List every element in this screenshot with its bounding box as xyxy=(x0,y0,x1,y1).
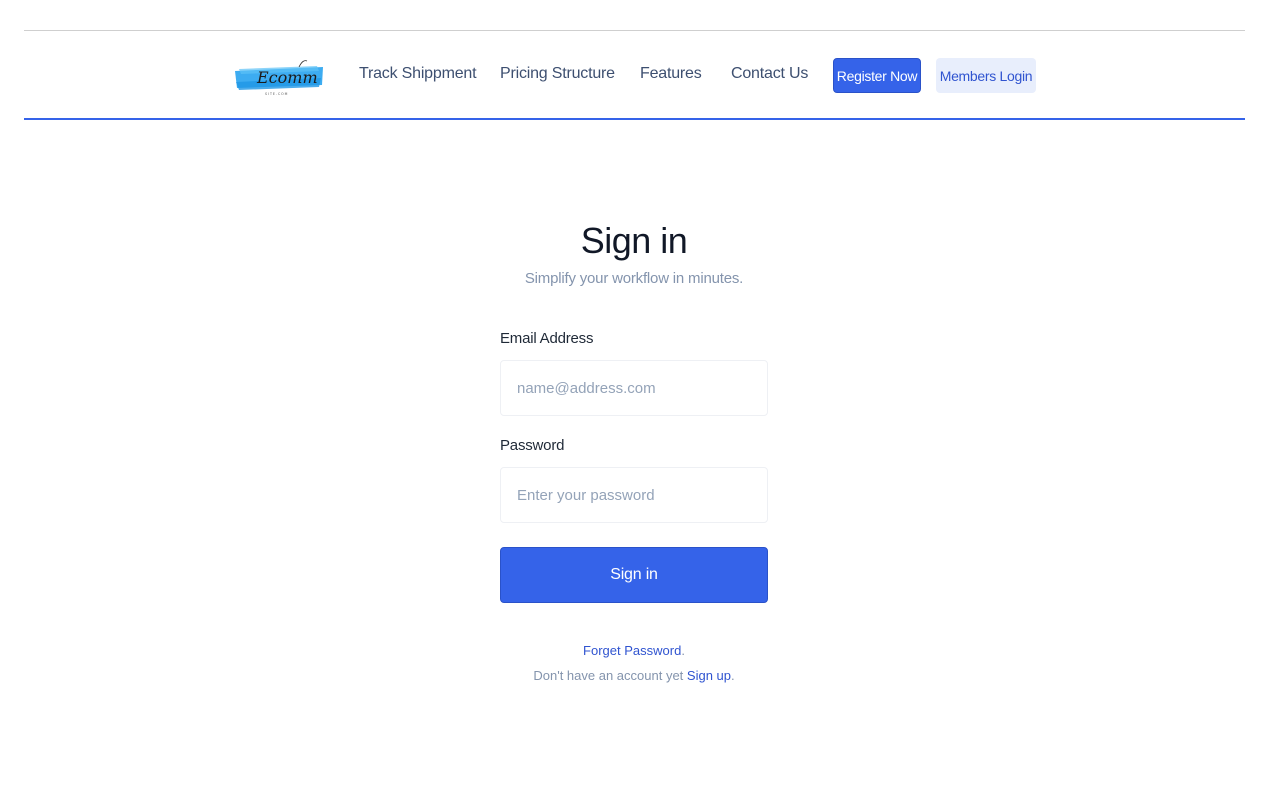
nav-link-track-shippment[interactable]: Track Shippment xyxy=(359,65,477,83)
page-title: Sign in xyxy=(580,220,688,261)
register-now-button[interactable]: Register Now xyxy=(833,58,921,93)
email-input[interactable] xyxy=(500,360,768,416)
sign-in-button[interactable]: Sign in xyxy=(500,547,768,603)
forget-password-link[interactable]: Forget Password xyxy=(583,643,681,658)
navbar: Ecomm SITE.COM Track Shippment Pricing S… xyxy=(24,31,1245,120)
brand-logo-tagline: SITE.COM xyxy=(265,92,288,96)
forget-password-line: Forget Password. xyxy=(0,643,1268,658)
sign-up-suffix: . xyxy=(731,668,735,683)
brand-logo-graphic: Ecomm SITE.COM xyxy=(235,60,323,96)
nav-link-contact-us[interactable]: Contact Us xyxy=(731,65,808,83)
nav-link-features[interactable]: Features xyxy=(640,65,702,83)
password-label: Password xyxy=(500,437,565,454)
page-subtitle: Simplify your workflow in minutes. xyxy=(524,270,744,287)
nav-link-pricing-structure[interactable]: Pricing Structure xyxy=(500,65,615,83)
signup-line: Don't have an account yet Sign up. xyxy=(0,668,1268,683)
sign-up-link[interactable]: Sign up xyxy=(687,668,731,683)
email-label: Email Address xyxy=(500,330,594,347)
brand-logo-text: Ecomm xyxy=(256,68,318,87)
members-login-button[interactable]: Members Login xyxy=(936,58,1036,93)
no-account-text: Don't have an account yet xyxy=(533,668,687,683)
signin-form: Email Address Password Sign in xyxy=(500,330,768,603)
password-input[interactable] xyxy=(500,467,768,523)
forget-password-suffix: . xyxy=(681,643,685,658)
brand-logo[interactable]: Ecomm SITE.COM xyxy=(233,57,325,97)
